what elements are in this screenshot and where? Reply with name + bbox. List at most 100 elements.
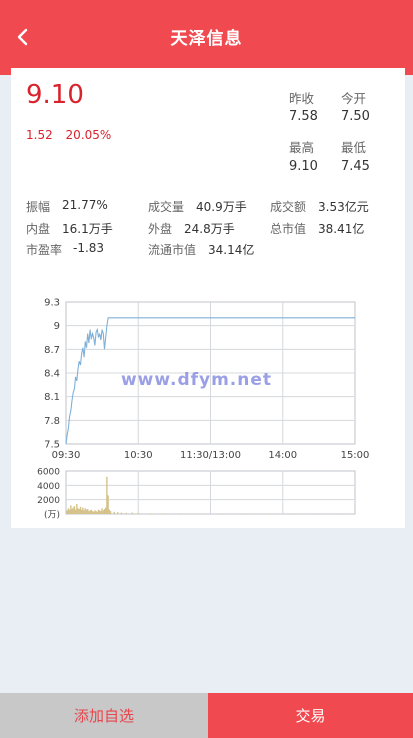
volume-bar (197, 513, 200, 514)
volume-bar (101, 508, 103, 514)
x-tick-label: 09:30 (52, 450, 81, 461)
stat-label: 流通市值 (148, 243, 197, 257)
stat-value: -1.83 (73, 241, 105, 255)
volume-y-tick-label: 4000 (37, 482, 60, 492)
price-change: 1.52 20.05% (26, 128, 120, 142)
stat-value: 21.77% (62, 198, 108, 212)
y-tick-label: 8.1 (44, 392, 60, 403)
volume-bar (113, 511, 115, 514)
y-tick-label: 8.7 (44, 345, 60, 356)
volume-bar (91, 511, 94, 514)
y-tick-label: 8.4 (44, 369, 60, 380)
volume-bar (117, 512, 119, 514)
stat-value: 24.8万手 (184, 222, 235, 236)
volume-bar (161, 513, 163, 514)
stat-label: 成交量 (148, 200, 185, 214)
volume-bar (85, 509, 88, 514)
volume-bar (84, 508, 86, 514)
stat-value: 40.9万手 (196, 200, 247, 214)
prev-close-value: 7.58 (289, 109, 318, 124)
volume-bar (106, 476, 108, 514)
volume-bar (78, 509, 80, 514)
top-bar: 天泽信息 (0, 0, 413, 75)
volume-bar (68, 509, 71, 514)
y-tick-label: 7.5 (44, 440, 60, 451)
volume-y-tick-label: 6000 (37, 468, 60, 478)
y-tick-label: 9.3 (44, 298, 60, 309)
x-tick-label: 11:30/13:00 (180, 450, 241, 461)
volume-bar (109, 511, 112, 514)
volume-bar (77, 508, 79, 514)
prev-close-label: 昨收 (289, 91, 315, 106)
volume-bar (76, 504, 78, 514)
volume-bar (96, 511, 98, 514)
volume-bar (81, 509, 83, 514)
stat-label: 市盈率 (26, 243, 63, 257)
quote-card: 9.10 1.52 20.05% 昨收 7.58 今开 7.50 最高 9.10… (11, 68, 405, 528)
stat-label: 内盘 (26, 222, 51, 236)
volume-bar (103, 509, 106, 514)
volume-bar (87, 509, 89, 514)
watermark-text: www.dfym.net (121, 370, 272, 390)
volume-bar (66, 510, 68, 514)
current-price: 9.10 (26, 80, 84, 110)
volume-bar (71, 509, 73, 514)
page-title: 天泽信息 (170, 29, 243, 49)
volume-bar (179, 513, 182, 514)
volume-bar (79, 506, 82, 514)
volume-bar (99, 510, 101, 514)
x-tick-label: 14:00 (268, 450, 297, 461)
stat-value: 34.14亿 (208, 243, 255, 257)
volume-bar (108, 509, 110, 514)
volume-bar (83, 510, 85, 514)
x-tick-label: 10:30 (124, 450, 153, 461)
trade-button[interactable]: 交易 (208, 693, 413, 738)
volume-bar (97, 509, 100, 514)
volume-bar (88, 511, 90, 514)
volume-bar (93, 511, 95, 514)
stat-label: 成交额 (270, 200, 307, 214)
volume-bar (90, 509, 92, 514)
volume-bar (100, 511, 102, 514)
volume-bar (131, 512, 133, 514)
volume-bar (125, 512, 127, 514)
volume-bar (137, 513, 139, 514)
x-tick-label: 15:00 (341, 450, 370, 461)
volume-bar (70, 505, 72, 514)
volume-bar (102, 510, 104, 514)
stat-value: 3.53亿元 (318, 200, 369, 214)
low-label: 最低 (341, 140, 367, 155)
stat-label: 总市值 (270, 222, 307, 236)
volume-bar (149, 513, 151, 514)
open-label: 今开 (341, 91, 367, 106)
y-tick-label: 7.8 (44, 416, 60, 427)
volume-y-tick-label: 2000 (37, 496, 60, 506)
stat-label: 振幅 (26, 200, 51, 214)
stat-value: 16.1万手 (62, 222, 113, 236)
volume-bar (120, 512, 123, 514)
volume-bar (94, 510, 96, 514)
stat-label: 外盘 (148, 222, 173, 236)
high-label: 最高 (289, 140, 315, 155)
volume-bar (82, 507, 84, 514)
volume-bar (95, 511, 97, 514)
add-watchlist-button[interactable]: 添加自选 (0, 693, 208, 738)
stat-value: 38.41亿 (318, 222, 365, 236)
y-tick-label: 9 (54, 321, 60, 332)
chart-svg: 9.3 9 8.7 8.4 8.1 7.8 7.509:30 10:30 11:30/13:00… (37, 298, 370, 521)
high-value: 9.10 (289, 159, 318, 174)
intraday-chart: 9.3 9 8.7 8.4 8.1 7.8 7.5 09:30 10:30 11:30/13:00… (11, 294, 405, 524)
volume-bar (73, 506, 76, 514)
low-value: 7.45 (341, 159, 370, 174)
change-percent: 20.05% (65, 128, 112, 142)
volume-bar (89, 510, 91, 514)
volume-bar (74, 509, 77, 514)
volume-bar (105, 507, 107, 514)
volume-bar (72, 507, 74, 514)
open-value: 7.50 (341, 109, 370, 124)
volume-y-tick-label: (万) (44, 511, 60, 521)
volume-bar (67, 508, 70, 514)
volume-bar (107, 495, 109, 514)
change-amount: 1.52 (26, 128, 53, 142)
bottom-bar: 添加自选 交易 (0, 693, 413, 738)
